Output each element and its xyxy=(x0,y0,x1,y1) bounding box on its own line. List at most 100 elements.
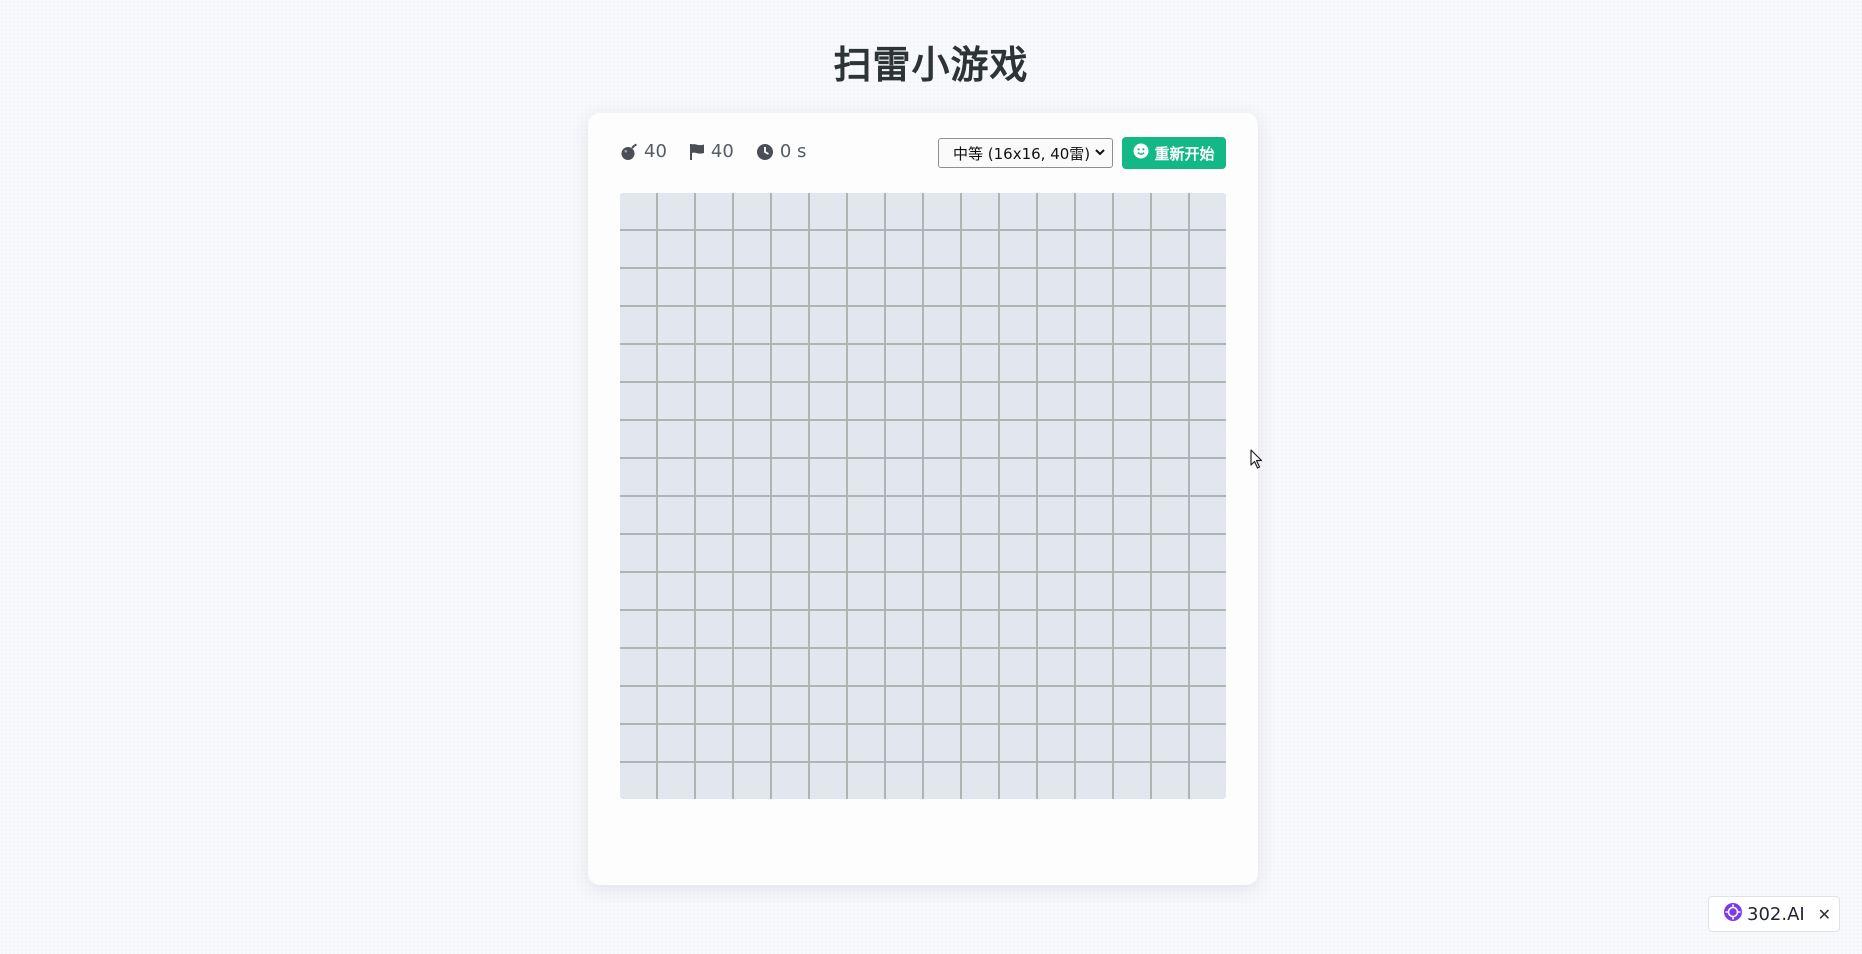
board-cell[interactable] xyxy=(1114,687,1150,723)
board-cell[interactable] xyxy=(1114,611,1150,647)
board-cell[interactable] xyxy=(1190,345,1226,381)
board-cell[interactable] xyxy=(696,763,732,799)
board-cell[interactable] xyxy=(734,231,770,267)
board-cell[interactable] xyxy=(924,231,960,267)
board-cell[interactable] xyxy=(1114,459,1150,495)
board-cell[interactable] xyxy=(696,269,732,305)
board-cell[interactable] xyxy=(1038,763,1074,799)
board-cell[interactable] xyxy=(1190,193,1226,229)
board-cell[interactable] xyxy=(1038,193,1074,229)
board-cell[interactable] xyxy=(848,535,884,571)
board-cell[interactable] xyxy=(772,421,808,457)
board-cell[interactable] xyxy=(1076,535,1112,571)
board-cell[interactable] xyxy=(810,421,846,457)
board-cell[interactable] xyxy=(886,421,922,457)
board-cell[interactable] xyxy=(620,345,656,381)
board-cell[interactable] xyxy=(1152,649,1188,685)
board-cell[interactable] xyxy=(772,649,808,685)
board-cell[interactable] xyxy=(772,345,808,381)
board-cell[interactable] xyxy=(658,421,694,457)
board-cell[interactable] xyxy=(886,649,922,685)
board-cell[interactable] xyxy=(1000,345,1036,381)
board-cell[interactable] xyxy=(1152,345,1188,381)
board-cell[interactable] xyxy=(1038,459,1074,495)
board-cell[interactable] xyxy=(810,497,846,533)
board-cell[interactable] xyxy=(810,269,846,305)
board-cell[interactable] xyxy=(1152,763,1188,799)
board-cell[interactable] xyxy=(1000,421,1036,457)
board-cell[interactable] xyxy=(810,573,846,609)
board-cell[interactable] xyxy=(1190,231,1226,267)
board-cell[interactable] xyxy=(886,497,922,533)
board-cell[interactable] xyxy=(1114,307,1150,343)
board-cell[interactable] xyxy=(1076,307,1112,343)
board-cell[interactable] xyxy=(1114,231,1150,267)
board-cell[interactable] xyxy=(1190,763,1226,799)
board-cell[interactable] xyxy=(810,763,846,799)
board-cell[interactable] xyxy=(1076,573,1112,609)
board-cell[interactable] xyxy=(962,573,998,609)
board-cell[interactable] xyxy=(1076,649,1112,685)
board-cell[interactable] xyxy=(696,611,732,647)
board-cell[interactable] xyxy=(962,269,998,305)
board-cell[interactable] xyxy=(734,307,770,343)
board-cell[interactable] xyxy=(1114,763,1150,799)
board-cell[interactable] xyxy=(1000,649,1036,685)
board-cell[interactable] xyxy=(924,763,960,799)
board-cell[interactable] xyxy=(1114,573,1150,609)
board-cell[interactable] xyxy=(848,193,884,229)
board-cell[interactable] xyxy=(1038,269,1074,305)
board-cell[interactable] xyxy=(1152,307,1188,343)
board-cell[interactable] xyxy=(734,269,770,305)
board-cell[interactable] xyxy=(658,269,694,305)
board-cell[interactable] xyxy=(658,383,694,419)
board-cell[interactable] xyxy=(1000,459,1036,495)
board-cell[interactable] xyxy=(1152,611,1188,647)
board-cell[interactable] xyxy=(962,649,998,685)
board-cell[interactable] xyxy=(734,687,770,723)
board-cell[interactable] xyxy=(734,649,770,685)
board-cell[interactable] xyxy=(1000,535,1036,571)
board-cell[interactable] xyxy=(848,421,884,457)
board-cell[interactable] xyxy=(1114,725,1150,761)
board-cell[interactable] xyxy=(734,725,770,761)
board-cell[interactable] xyxy=(658,535,694,571)
board-cell[interactable] xyxy=(962,763,998,799)
board-cell[interactable] xyxy=(772,269,808,305)
board-cell[interactable] xyxy=(1114,345,1150,381)
board-cell[interactable] xyxy=(658,687,694,723)
board-cell[interactable] xyxy=(1152,269,1188,305)
board-cell[interactable] xyxy=(886,345,922,381)
board-cell[interactable] xyxy=(1000,497,1036,533)
board-cell[interactable] xyxy=(886,687,922,723)
board-cell[interactable] xyxy=(696,573,732,609)
board-cell[interactable] xyxy=(620,535,656,571)
restart-button[interactable]: 重新开始 xyxy=(1122,137,1226,169)
board-cell[interactable] xyxy=(1076,421,1112,457)
board-cell[interactable] xyxy=(696,497,732,533)
board-cell[interactable] xyxy=(1076,383,1112,419)
board-cell[interactable] xyxy=(620,193,656,229)
board-cell[interactable] xyxy=(962,231,998,267)
board-cell[interactable] xyxy=(1038,725,1074,761)
board-cell[interactable] xyxy=(848,611,884,647)
board-cell[interactable] xyxy=(962,725,998,761)
board-cell[interactable] xyxy=(1114,649,1150,685)
board-cell[interactable] xyxy=(772,193,808,229)
board-cell[interactable] xyxy=(772,459,808,495)
board-cell[interactable] xyxy=(658,345,694,381)
board-cell[interactable] xyxy=(696,383,732,419)
board-cell[interactable] xyxy=(620,269,656,305)
board-cell[interactable] xyxy=(1076,193,1112,229)
board-cell[interactable] xyxy=(1038,421,1074,457)
board-cell[interactable] xyxy=(696,535,732,571)
board-cell[interactable] xyxy=(772,497,808,533)
close-icon[interactable]: ✕ xyxy=(1818,905,1831,924)
board-cell[interactable] xyxy=(696,193,732,229)
board-cell[interactable] xyxy=(734,763,770,799)
board-cell[interactable] xyxy=(658,611,694,647)
board-cell[interactable] xyxy=(810,383,846,419)
board-cell[interactable] xyxy=(886,573,922,609)
board-cell[interactable] xyxy=(1038,345,1074,381)
board-cell[interactable] xyxy=(1000,383,1036,419)
